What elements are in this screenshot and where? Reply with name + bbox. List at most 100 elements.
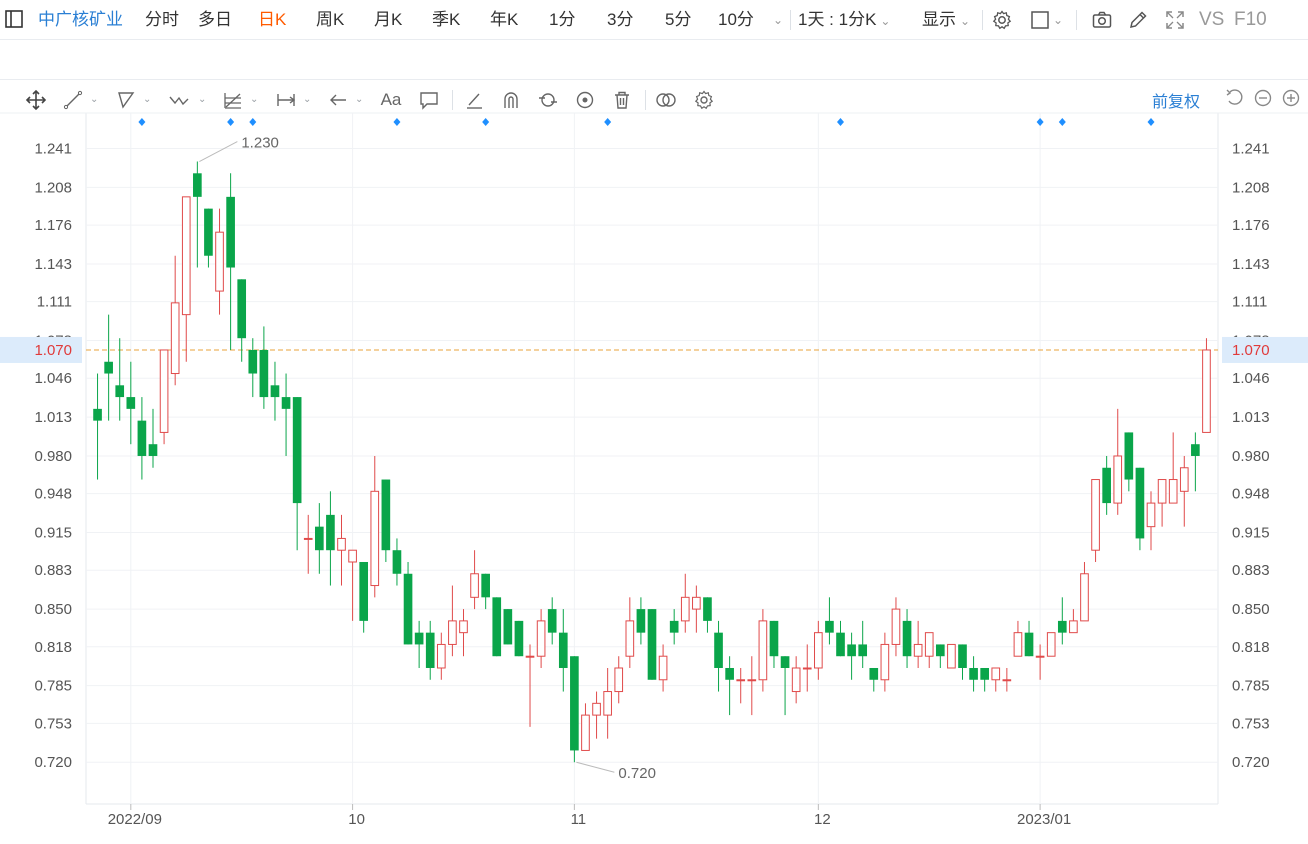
y-tick-label-left: 0.948 bbox=[34, 486, 72, 503]
candle-body-down bbox=[1191, 444, 1200, 456]
annotation-label: 0.720 bbox=[618, 765, 656, 782]
brush-tool-icon[interactable] bbox=[461, 88, 487, 112]
y-tick-label-left: 0.850 bbox=[34, 601, 72, 618]
candle-body-down bbox=[414, 632, 424, 645]
zoom-in-icon[interactable] bbox=[1279, 86, 1303, 110]
layout-chevron-icon[interactable]: ⌄ bbox=[1053, 0, 1063, 40]
comment-tool-icon[interactable] bbox=[416, 88, 442, 112]
candle-body-up bbox=[1146, 502, 1156, 528]
x-tick-label: 2022/09 bbox=[108, 811, 162, 828]
candle-body-down bbox=[104, 361, 113, 374]
sync-tool-icon[interactable] bbox=[535, 88, 561, 112]
tab-period-rik[interactable]: 日K bbox=[258, 0, 286, 40]
f10-button[interactable]: F10 bbox=[1234, 0, 1267, 40]
tab-period-duori[interactable]: 多日 bbox=[198, 0, 232, 40]
candle-body-up bbox=[1069, 620, 1078, 634]
y-tick-label-left: 0.915 bbox=[34, 525, 72, 542]
candle-body-up bbox=[913, 643, 923, 657]
candle-body-up bbox=[370, 490, 380, 587]
candle-body-up bbox=[1113, 455, 1123, 504]
line-tool-icon[interactable] bbox=[60, 88, 86, 112]
y-tick-label-right: 0.753 bbox=[1232, 715, 1270, 732]
indicator-settings-icon[interactable] bbox=[691, 88, 717, 112]
arrow-tool-icon[interactable] bbox=[325, 88, 351, 112]
tab-period-3min[interactable]: 3分 bbox=[607, 0, 633, 40]
candle-body-up bbox=[448, 620, 457, 645]
candle-body-up bbox=[747, 679, 757, 682]
fib-tool-icon[interactable] bbox=[220, 88, 246, 112]
candle-body-down bbox=[980, 667, 989, 680]
polyline-tool-chevron-icon[interactable]: ⌄ bbox=[143, 94, 151, 105]
line-tool-chevron-icon[interactable]: ⌄ bbox=[90, 94, 98, 105]
measure-tool-icon[interactable] bbox=[273, 88, 299, 112]
period-more-chevron-icon[interactable]: ⌄ bbox=[773, 0, 783, 40]
compare-icon[interactable] bbox=[653, 88, 679, 112]
candle-body-up bbox=[947, 643, 956, 669]
wave-tool-chevron-icon[interactable]: ⌄ bbox=[198, 94, 206, 105]
candle-body-down bbox=[248, 349, 258, 374]
sidebar-toggle-icon[interactable] bbox=[2, 7, 26, 31]
candle-body-down bbox=[292, 397, 302, 504]
y-tick-label-left: 1.208 bbox=[34, 179, 72, 196]
event-marker-icon bbox=[393, 118, 401, 126]
tab-period-5min[interactable]: 5分 bbox=[665, 0, 691, 40]
candle-body-down bbox=[1057, 620, 1067, 633]
candle-body-up bbox=[891, 608, 901, 645]
candle-body-up bbox=[1179, 467, 1189, 492]
vs-button[interactable]: VS bbox=[1199, 0, 1224, 40]
fib-tool-chevron-icon[interactable]: ⌄ bbox=[250, 94, 258, 105]
display-select[interactable]: 显示 ⌄ bbox=[922, 0, 970, 40]
camera-icon[interactable] bbox=[1090, 8, 1114, 32]
adjust-mode-label[interactable]: 前复权 bbox=[1152, 88, 1200, 112]
candle-body-up bbox=[1013, 632, 1023, 657]
polyline-tool-icon[interactable] bbox=[113, 88, 139, 112]
tab-period-1min[interactable]: 1分 bbox=[549, 0, 575, 40]
candle-body-up bbox=[880, 643, 890, 681]
candle-body-up bbox=[159, 349, 169, 433]
stock-name[interactable]: 中广核矿业 bbox=[38, 0, 123, 40]
wave-tool-icon[interactable] bbox=[166, 88, 192, 112]
y-tick-label-right: 1.013 bbox=[1232, 409, 1270, 426]
event-marker-icon bbox=[249, 118, 257, 126]
fullscreen-icon[interactable] bbox=[1163, 8, 1187, 32]
interval-select[interactable]: 1天 : 1分K ⌄ bbox=[798, 0, 890, 40]
y-tick-label-left: 0.818 bbox=[34, 639, 72, 656]
candle-body-up bbox=[436, 643, 446, 669]
candle-body-down bbox=[703, 597, 712, 621]
candle-body-down bbox=[315, 526, 324, 551]
candlestick-chart[interactable]: 1.241 1.241 1.208 1.208 1.176 1.176 1.143 1.143… bbox=[0, 0, 1308, 844]
settings-gear-icon[interactable] bbox=[990, 8, 1014, 32]
x-tick-label: 12 bbox=[814, 811, 831, 828]
zoom-out-icon[interactable] bbox=[1251, 86, 1275, 110]
event-marker-icon bbox=[1147, 118, 1155, 126]
measure-tool-chevron-icon[interactable]: ⌄ bbox=[303, 94, 311, 105]
candle-body-up bbox=[1046, 632, 1056, 657]
candle-body-down bbox=[481, 573, 490, 598]
tab-period-yuek[interactable]: 月K bbox=[374, 0, 402, 40]
candle-body-up bbox=[459, 620, 468, 634]
tab-period-zhouk[interactable]: 周K bbox=[316, 0, 344, 40]
tab-period-10min[interactable]: 10分 bbox=[718, 0, 754, 40]
interval-label: 1天 : 1分K bbox=[798, 10, 877, 29]
candle-body-up bbox=[991, 667, 1001, 681]
tab-period-fenshi[interactable]: 分时 bbox=[145, 0, 179, 40]
divider bbox=[1076, 10, 1077, 30]
text-tool-icon[interactable]: Aa bbox=[378, 88, 404, 112]
magnet-tool-icon[interactable] bbox=[498, 88, 524, 112]
crosshair-move-icon[interactable] bbox=[23, 88, 49, 112]
candle-body-down bbox=[93, 408, 102, 421]
y-tick-label-right: 0.785 bbox=[1232, 678, 1270, 695]
arrow-tool-chevron-icon[interactable]: ⌄ bbox=[355, 94, 363, 105]
tab-period-niank[interactable]: 年K bbox=[490, 0, 518, 40]
top-toolbar: 中广核矿业 分时 多日 日K 周K 月K 季K 年K 1分 3分 5分 10分 … bbox=[0, 0, 1308, 40]
current-price-label-left: 1.070 bbox=[34, 342, 72, 359]
trash-icon[interactable] bbox=[609, 88, 635, 112]
tab-period-jik[interactable]: 季K bbox=[432, 0, 460, 40]
candle-body-down bbox=[204, 208, 213, 256]
drawing-toolbar: ⌄ ⌄ ⌄ ⌄ ⌄ ⌄ Aa bbox=[0, 40, 1308, 111]
eye-icon[interactable] bbox=[572, 88, 598, 112]
layout-square-icon[interactable] bbox=[1028, 8, 1052, 32]
event-marker-icon bbox=[227, 118, 235, 126]
reset-icon[interactable] bbox=[1223, 86, 1247, 110]
pencil-icon[interactable] bbox=[1126, 8, 1150, 32]
